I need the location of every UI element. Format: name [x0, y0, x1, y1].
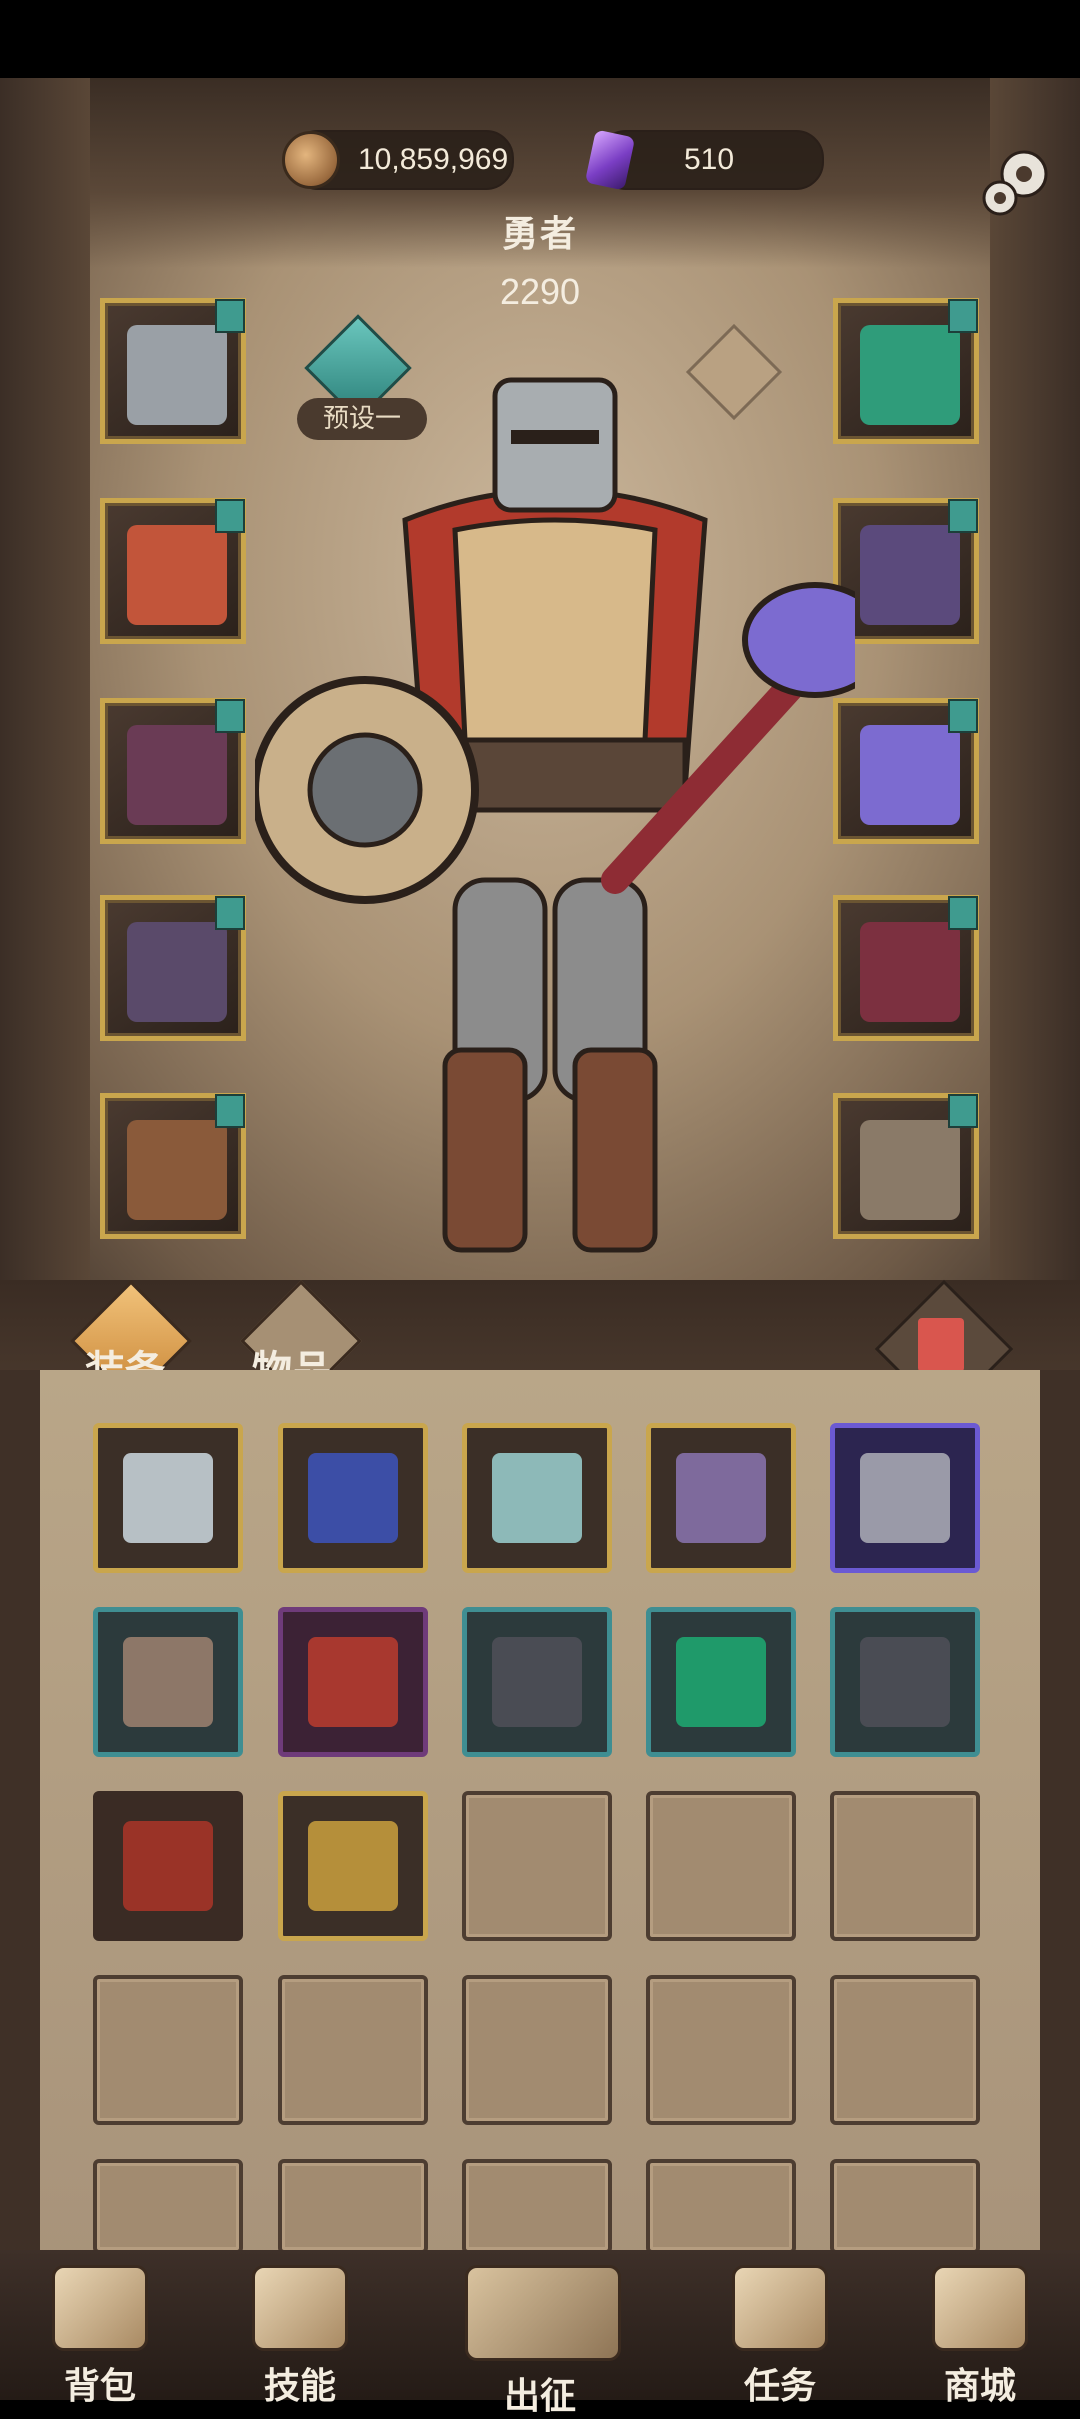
upgrade-tag-icon [948, 699, 978, 733]
status-bar [0, 0, 1080, 78]
upgrade-tag-icon [215, 499, 245, 533]
boots-icon [127, 1120, 227, 1220]
inventory-frame-left [0, 1370, 40, 2270]
upgrade-tag-icon [215, 299, 245, 333]
amulet-icon [308, 1821, 398, 1911]
upgrade-tag-icon [948, 1094, 978, 1128]
inventory-item[interactable] [93, 1423, 243, 1573]
inventory-empty-slot[interactable] [646, 2159, 796, 2254]
equip-slot-left-3[interactable] [100, 698, 246, 844]
upgrade-tag-icon [948, 499, 978, 533]
inventory-empty-slot[interactable] [462, 2159, 612, 2254]
inventory-empty-slot[interactable] [93, 2159, 243, 2254]
nav-shop[interactable]: 商城 [905, 2265, 1055, 2407]
inventory-empty-slot[interactable] [462, 1791, 612, 1941]
nav-backpack[interactable]: 背包 [25, 2265, 175, 2407]
coin-counter: 10,859,969 [282, 130, 514, 190]
hero-power: 2290 [499, 271, 581, 312]
equip-slot-left-4[interactable] [100, 895, 246, 1041]
inventory-item[interactable] [93, 1607, 243, 1757]
skills-icon [252, 2265, 348, 2351]
inventory-item[interactable] [646, 1423, 796, 1573]
nav-quests[interactable]: 任务 [705, 2265, 855, 2407]
shop-icon [932, 2265, 1028, 2351]
leg-armor-icon [127, 922, 227, 1022]
inventory-item[interactable] [646, 1607, 796, 1757]
settings-gear-icon[interactable] [974, 140, 1058, 224]
inventory-item[interactable] [830, 1423, 980, 1573]
equip-slot-left-5[interactable] [100, 1093, 246, 1239]
nav-shop-label: 商城 [943, 2366, 1016, 2407]
nav-backpack-label: 背包 [63, 2366, 136, 2407]
inventory-item[interactable] [278, 1791, 428, 1941]
shoulder-icon [860, 1637, 950, 1727]
quests-icon [732, 2265, 828, 2351]
inventory-empty-slot[interactable] [462, 1975, 612, 2125]
inventory-item[interactable] [93, 1791, 243, 1941]
gauntlet-icon [127, 725, 227, 825]
equip-slot-left-2[interactable] [100, 498, 246, 644]
boots-icon [492, 1637, 582, 1727]
nav-skills-label: 技能 [263, 2366, 336, 2407]
hero-name: 勇者 [501, 214, 578, 255]
amulet-icon [676, 1637, 766, 1727]
inventory-empty-slot[interactable] [646, 1975, 796, 2125]
helmet-icon [127, 325, 227, 425]
upgrade-tag-icon [948, 299, 978, 333]
shield-icon [860, 1120, 960, 1220]
inventory-item[interactable] [462, 1423, 612, 1573]
upgrade-tag-icon [215, 699, 245, 733]
weapon-icon [860, 922, 960, 1022]
backpack-icon [52, 2265, 148, 2351]
inventory-item[interactable] [278, 1423, 428, 1573]
inventory-empty-slot[interactable] [93, 1975, 243, 2125]
inventory-item[interactable] [830, 1607, 980, 1757]
inventory-empty-slot[interactable] [646, 1791, 796, 1941]
gem-counter: 510 [584, 129, 824, 191]
inventory-empty-slot[interactable] [278, 2159, 428, 2254]
stage-frame-left [0, 78, 90, 1318]
stage-frame-right [990, 78, 1080, 1318]
inventory-empty-slot[interactable] [830, 1791, 980, 1941]
hero-header: 勇者 2290 [390, 205, 690, 313]
equip-slot-left-1[interactable] [100, 298, 246, 444]
boots-icon [123, 1821, 213, 1911]
inventory-empty-slot[interactable] [278, 1975, 428, 2125]
upgrade-tag-icon [215, 1094, 245, 1128]
hood-icon [308, 1637, 398, 1727]
ring-icon [860, 725, 960, 825]
gauntlet-icon [860, 1453, 950, 1543]
upgrade-tag-icon [215, 896, 245, 930]
nav-skills[interactable]: 技能 [225, 2265, 375, 2407]
amulet-icon [308, 1453, 398, 1543]
trash-icon [918, 1318, 964, 1372]
expedition-icon [465, 2265, 621, 2361]
shoulder-icon [676, 1453, 766, 1543]
inventory-item[interactable] [462, 1607, 612, 1757]
gem-amount: 510 [684, 143, 735, 176]
nav-quests-label: 任务 [743, 2366, 816, 2407]
amulet-icon [860, 325, 960, 425]
nav-expedition-label: 出征 [503, 2376, 576, 2417]
upgrade-tag-icon [948, 896, 978, 930]
inventory-frame-right [1040, 1370, 1080, 2270]
inventory-empty-slot[interactable] [830, 1975, 980, 2125]
coin-icon [282, 131, 340, 189]
dagger-icon [123, 1453, 213, 1543]
chest-armor-icon [127, 525, 227, 625]
nav-expedition[interactable]: 出征 [465, 2265, 621, 2417]
inventory-empty-slot[interactable] [830, 2159, 980, 2254]
amulet-icon [492, 1453, 582, 1543]
hero-character [255, 377, 855, 1253]
shoulder-icon [860, 525, 960, 625]
inventory-item[interactable] [278, 1607, 428, 1757]
dagger-icon [123, 1637, 213, 1727]
coin-amount: 10,859,969 [358, 143, 509, 176]
